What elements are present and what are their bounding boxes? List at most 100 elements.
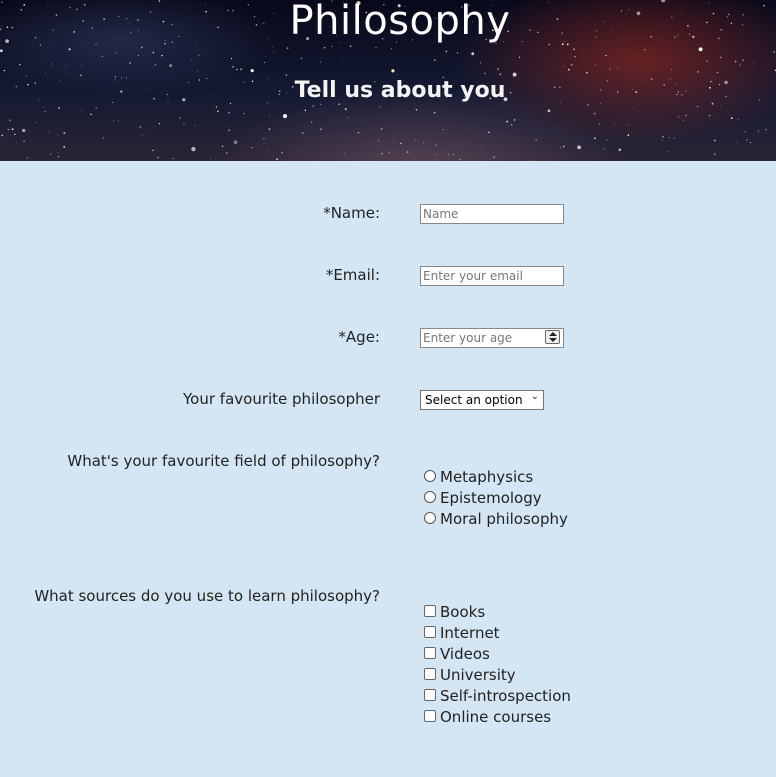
star (606, 139, 608, 141)
radio-button[interactable] (424, 470, 436, 482)
age-input[interactable] (420, 328, 564, 348)
checkbox[interactable] (424, 647, 436, 659)
source-option-label: Books (440, 603, 486, 621)
page-title: Philosophy (289, 0, 511, 44)
star (57, 155, 60, 158)
star (673, 137, 675, 139)
star (612, 126, 614, 128)
star (397, 74, 398, 75)
star (80, 74, 82, 77)
star (137, 54, 139, 56)
star (685, 114, 687, 116)
star (197, 71, 198, 72)
star (668, 137, 670, 139)
star (103, 137, 105, 139)
star (312, 105, 315, 107)
star (456, 52, 459, 54)
star (16, 142, 17, 144)
star (497, 68, 499, 70)
star (563, 65, 565, 67)
star (25, 75, 27, 77)
radio-button[interactable] (424, 491, 436, 503)
checkbox[interactable] (424, 605, 436, 617)
star (618, 148, 622, 152)
source-option-label: Online courses (440, 708, 552, 726)
email-label: *Email: (325, 266, 380, 284)
star (215, 106, 218, 108)
star (765, 129, 767, 131)
star (230, 58, 233, 60)
spinner-arrows-icon[interactable] (545, 330, 560, 344)
star (688, 106, 690, 108)
star (44, 111, 46, 113)
star (677, 116, 680, 118)
star (570, 63, 573, 66)
star (488, 131, 490, 134)
star (90, 113, 92, 116)
star (302, 132, 304, 134)
star (757, 154, 759, 156)
checkbox[interactable] (424, 668, 436, 680)
source-option-label: Internet (440, 624, 500, 642)
star (118, 120, 120, 122)
star (481, 147, 482, 149)
star (320, 128, 322, 130)
star (668, 151, 670, 152)
star (518, 56, 521, 58)
star (511, 124, 513, 126)
star (379, 106, 381, 108)
star (7, 128, 10, 131)
star (282, 114, 288, 119)
star (594, 137, 596, 140)
star (390, 48, 392, 50)
checkbox[interactable] (424, 626, 436, 638)
star (415, 108, 416, 110)
star (194, 125, 196, 127)
star (190, 59, 192, 61)
star (547, 109, 551, 113)
page-subtitle: Tell us about you (294, 78, 506, 103)
star (452, 154, 455, 156)
star (442, 129, 444, 131)
star (701, 155, 703, 156)
source-option-label: Self-introspection (440, 687, 571, 705)
star (273, 51, 275, 53)
star (391, 69, 395, 73)
checkbox[interactable] (424, 689, 436, 701)
star (574, 56, 576, 58)
star (530, 159, 532, 161)
star (80, 110, 82, 112)
philosopher-select[interactable]: Select an option ⌄ (420, 390, 544, 410)
star (697, 106, 699, 108)
star (50, 153, 52, 155)
radio-button[interactable] (424, 512, 436, 524)
star (719, 105, 721, 107)
field-option-label: Epistemology (440, 489, 542, 507)
star (11, 128, 14, 131)
email-input[interactable] (420, 266, 564, 286)
star (739, 64, 741, 66)
star (57, 152, 59, 154)
star (1, 134, 4, 137)
star (95, 43, 97, 46)
star (493, 156, 496, 159)
star (9, 119, 11, 122)
star (473, 54, 475, 55)
star (114, 61, 116, 63)
star (378, 140, 380, 142)
star (268, 148, 269, 150)
checkbox[interactable] (424, 710, 436, 722)
star (179, 117, 181, 119)
star (152, 51, 155, 54)
star (682, 119, 684, 121)
star (210, 157, 211, 159)
star (711, 102, 714, 105)
name-input[interactable] (420, 204, 564, 224)
star (26, 157, 29, 159)
star (616, 67, 619, 69)
star (22, 128, 26, 133)
star (217, 110, 219, 113)
star (698, 47, 703, 52)
star (586, 71, 588, 74)
star (349, 45, 352, 48)
